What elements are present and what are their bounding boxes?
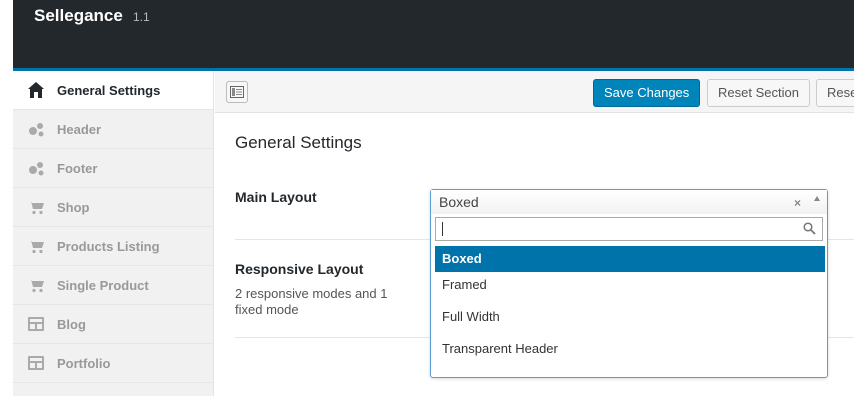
selected-value: Boxed [439, 194, 479, 210]
sidebar-item-label: Shop [57, 199, 90, 215]
home-icon [27, 81, 45, 99]
cart-icon [27, 237, 45, 255]
text-cursor [442, 222, 443, 236]
gears-icon [27, 120, 45, 138]
sidebar-item-label: Products Listing [57, 238, 160, 254]
main-layout-label: Main Layout [235, 189, 317, 205]
sidebar-item-single-product[interactable]: Single Product [13, 266, 213, 305]
responsive-layout-description: 2 responsive modes and 1 fixed mode [235, 286, 388, 317]
sidebar-item-portfolio[interactable]: Portfolio [13, 344, 213, 383]
gears-icon [27, 159, 45, 177]
cart-icon [27, 198, 45, 216]
sidebar-item-label: Single Product [57, 277, 149, 293]
layout-icon [27, 354, 45, 372]
clear-selection-icon[interactable]: × [794, 196, 801, 210]
search-icon [803, 222, 816, 240]
cart-icon [27, 276, 45, 294]
reset-all-button[interactable]: Rese [816, 79, 854, 107]
sidebar-item-label: Header [57, 121, 102, 137]
caret-up-icon[interactable] [814, 196, 820, 201]
sidebar-item-products-listing[interactable]: Products Listing [13, 227, 213, 266]
select-option-transparent-header[interactable]: Transparent Header [435, 336, 825, 368]
sidebar: General Settings Header Footer Shop Prod… [13, 71, 214, 396]
main-layout-select[interactable]: Boxed × Boxed Framed Full Width Transpar… [430, 189, 828, 378]
select-current-value[interactable]: Boxed × [431, 190, 827, 214]
toolbar: Save Changes Reset Section Rese [215, 71, 854, 113]
select-options-list: Boxed Framed Full Width Transparent Head… [435, 246, 825, 368]
responsive-layout-label: Responsive Layout [235, 261, 364, 277]
version-label: 1.1 [133, 10, 150, 24]
sidebar-item-label: Blog [57, 316, 86, 332]
sidebar-item-label: General Settings [57, 82, 161, 98]
expand-options-button[interactable] [226, 81, 248, 103]
layout-toggle-icon [230, 86, 244, 98]
select-search-input[interactable] [435, 217, 823, 241]
sidebar-item-label: Portfolio [57, 355, 111, 371]
layout-icon [27, 315, 45, 333]
sidebar-item-blog[interactable]: Blog [13, 305, 213, 344]
brand-title: Sellegance [34, 6, 123, 25]
window-edge [0, 0, 13, 396]
select-option-framed[interactable]: Framed [435, 272, 825, 304]
sidebar-item-general-settings[interactable]: General Settings [13, 71, 213, 110]
select-option-boxed[interactable]: Boxed [435, 246, 825, 272]
options-header: Sellegance 1.1 [13, 0, 854, 71]
sidebar-item-shop[interactable]: Shop [13, 188, 213, 227]
sidebar-item-header[interactable]: Header [13, 110, 213, 149]
sidebar-item-label: Footer [57, 160, 98, 176]
select-option-full-width[interactable]: Full Width [435, 304, 825, 336]
save-changes-button[interactable]: Save Changes [593, 79, 701, 107]
reset-section-button[interactable]: Reset Section [707, 79, 810, 107]
sidebar-item-footer[interactable]: Footer [13, 149, 213, 188]
page-title: General Settings [235, 133, 362, 152]
